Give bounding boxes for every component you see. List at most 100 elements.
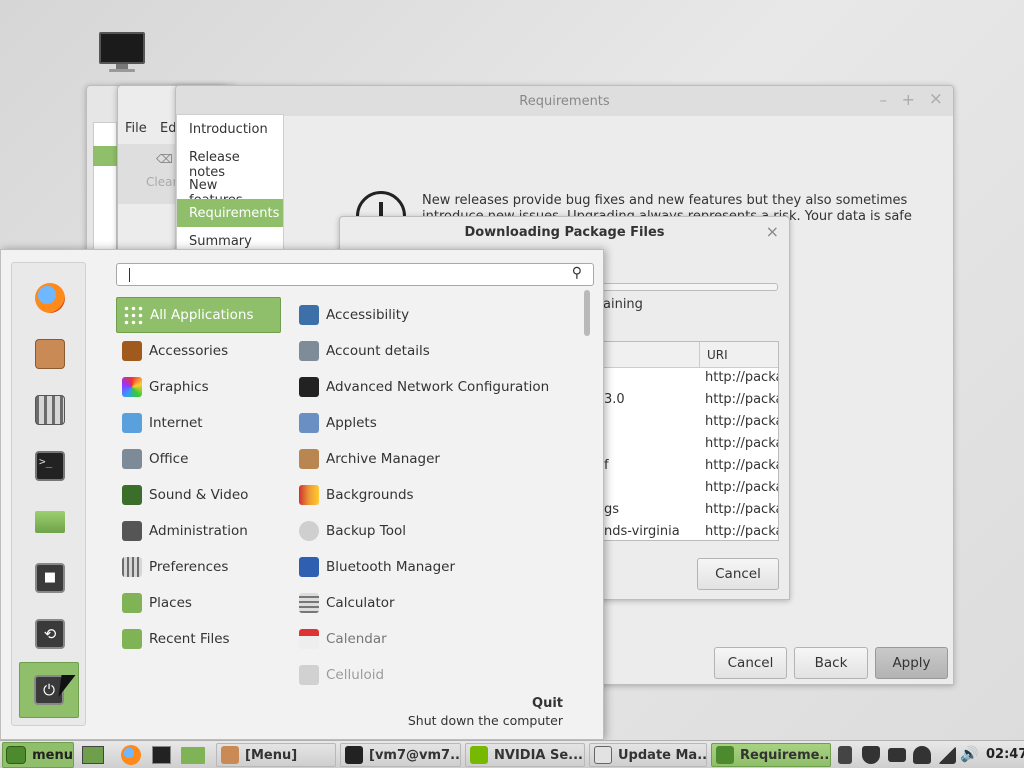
network-icon[interactable]: [938, 746, 956, 764]
clock[interactable]: 02:47: [986, 747, 1024, 762]
search-input[interactable]: ⚲: [116, 263, 594, 286]
app-calendar[interactable]: Calendar: [295, 622, 585, 656]
apply-button[interactable]: Apply: [875, 647, 948, 679]
category-places[interactable]: Places: [116, 586, 281, 620]
settings-icon[interactable]: [30, 390, 70, 430]
category-graphics[interactable]: Graphics: [116, 370, 281, 404]
clear-icon[interactable]: ⌫: [156, 152, 173, 166]
row-uri: http://packa: [705, 502, 779, 517]
taskbar-window-nvidia[interactable]: NVIDIA Se...: [465, 743, 585, 767]
category-label: Office: [149, 451, 189, 467]
category-recent-files[interactable]: Recent Files: [116, 622, 281, 656]
administration-icon: [122, 521, 142, 541]
category-label: Administration: [149, 523, 248, 539]
download-titlebar[interactable]: Downloading Package Files ×: [340, 217, 789, 247]
category-sound-video[interactable]: Sound & Video: [116, 478, 281, 512]
app-accessibility[interactable]: Accessibility: [295, 298, 585, 332]
app-list-scrollbar[interactable]: [584, 290, 590, 336]
dialog-cancel-button[interactable]: Cancel: [697, 558, 779, 590]
table-row[interactable]: http://packa: [604, 368, 779, 390]
category-administration[interactable]: Administration: [116, 514, 281, 548]
app-applets[interactable]: Applets: [295, 406, 585, 440]
software-manager-icon[interactable]: [30, 334, 70, 374]
search-icon[interactable]: ⚲: [572, 265, 582, 281]
table-row[interactable]: http://packa: [604, 412, 779, 434]
taskbar-window-menu[interactable]: [Menu]: [216, 743, 336, 767]
lock-screen-icon[interactable]: ■: [30, 558, 70, 598]
taskbar-window-requirements[interactable]: Requireme...: [711, 743, 831, 767]
network-icon: [299, 377, 319, 397]
menu-button[interactable]: menu: [2, 742, 74, 768]
notice-line-1: New releases provide bug fixes and new f…: [422, 193, 908, 208]
row-name: gs: [604, 502, 620, 517]
table-row[interactable]: nds-virginia http://packa: [604, 522, 778, 540]
app-advanced-network[interactable]: Advanced Network Configuration: [295, 370, 585, 404]
category-all-applications[interactable]: All Applications: [116, 297, 281, 333]
row-uri: http://packa: [705, 370, 779, 385]
dialog-cancel-label: Cancel: [715, 566, 761, 582]
row-uri: http://packa: [705, 414, 779, 429]
menu-file[interactable]: File: [125, 121, 147, 136]
close-icon[interactable]: ×: [929, 89, 943, 109]
firefox-icon[interactable]: [30, 278, 70, 318]
keyboard-icon[interactable]: [888, 748, 906, 762]
clear-label[interactable]: Clear: [146, 175, 177, 189]
terminal-icon[interactable]: [152, 746, 171, 764]
table-row[interactable]: f http://packa: [604, 456, 778, 478]
category-office[interactable]: Office: [116, 442, 281, 476]
application-menu[interactable]: >_ ■ ⟲ ⏻ ⚲ All Applications Accessories …: [0, 249, 604, 740]
app-archive-manager[interactable]: Archive Manager: [295, 442, 585, 476]
category-label: Internet: [149, 415, 203, 431]
row-uri: http://packa: [705, 436, 779, 451]
table-row[interactable]: 3.0 http://packa: [604, 390, 778, 412]
step-label: Introduction: [189, 122, 268, 137]
app-backgrounds[interactable]: Backgrounds: [295, 478, 585, 512]
step-new-features[interactable]: New features: [177, 171, 283, 208]
header-name[interactable]: [604, 342, 700, 367]
close-icon[interactable]: ×: [766, 222, 779, 241]
category-preferences[interactable]: Preferences: [116, 550, 281, 584]
folder-icon[interactable]: [181, 747, 205, 764]
app-celluloid[interactable]: Celluloid: [295, 658, 585, 692]
calendar-icon: [299, 629, 319, 649]
cancel-button[interactable]: Cancel: [714, 647, 787, 679]
app-bluetooth-manager[interactable]: Bluetooth Manager: [295, 550, 585, 584]
step-requirements[interactable]: Requirements: [177, 199, 283, 227]
header-uri[interactable]: URI: [707, 348, 728, 362]
taskbar-window-update-manager[interactable]: Update Ma...: [589, 743, 707, 767]
table-row[interactable]: http://packa: [604, 434, 779, 456]
volume-icon[interactable]: 🔊: [960, 745, 979, 763]
applets-icon: [299, 413, 319, 433]
step-release-notes[interactable]: Release notes: [177, 143, 283, 180]
package-table[interactable]: URI http://packa 3.0 http://packa http://…: [603, 341, 779, 541]
table-row[interactable]: http://packa: [604, 478, 779, 500]
category-internet[interactable]: Internet: [116, 406, 281, 440]
row-uri: http://packa: [705, 480, 779, 495]
shield-icon[interactable]: [862, 746, 880, 764]
minimize-icon[interactable]: –: [880, 91, 888, 109]
show-desktop-icon[interactable]: [82, 746, 104, 764]
taskbar-window-terminal[interactable]: [vm7@vm7...: [340, 743, 461, 767]
table-row[interactable]: gs http://packa: [604, 500, 779, 522]
app-calculator[interactable]: Calculator: [295, 586, 585, 620]
apply-button-label: Apply: [892, 655, 931, 671]
logout-icon[interactable]: ⟲: [30, 614, 70, 654]
app-account-details[interactable]: Account details: [295, 334, 585, 368]
folder-icon[interactable]: [30, 502, 70, 542]
category-accessories[interactable]: Accessories: [116, 334, 281, 368]
requirements-titlebar[interactable]: Requirements – + ×: [176, 86, 953, 116]
firefox-icon[interactable]: [121, 745, 141, 765]
user-icon[interactable]: [913, 746, 931, 764]
step-label: Requirements: [189, 206, 280, 221]
terminal-icon[interactable]: >_: [30, 446, 70, 486]
app-label: Archive Manager: [326, 451, 440, 467]
clipboard-icon[interactable]: [838, 746, 852, 764]
app-backup-tool[interactable]: Backup Tool: [295, 514, 585, 548]
app-label: Backup Tool: [326, 523, 406, 539]
step-introduction[interactable]: Introduction: [177, 115, 283, 143]
computer-icon[interactable]: [97, 30, 147, 74]
row-name: f: [604, 458, 609, 473]
back-button[interactable]: Back: [794, 647, 868, 679]
table-header: URI: [604, 342, 778, 368]
maximize-icon[interactable]: +: [902, 90, 915, 109]
